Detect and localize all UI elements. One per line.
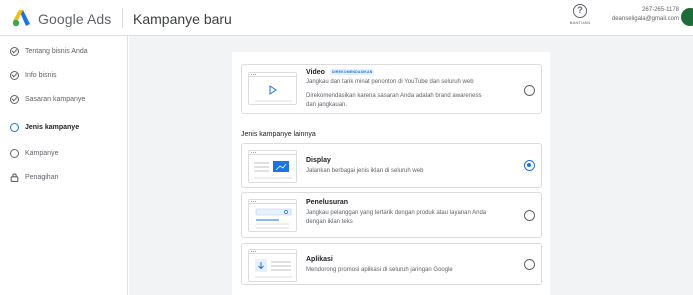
step-label: Tentang bisnis Anda — [25, 47, 88, 55]
display-thumbnail — [248, 150, 297, 183]
step-jenis-kampanye[interactable]: Jenis kampanye — [10, 120, 79, 134]
recommended-badge: DIREKOMENDASIKAN — [329, 69, 375, 76]
option-description: Jalankan berbagai jenis iklan di seluruh… — [306, 168, 424, 174]
step-info-bisnis[interactable]: Info bisnis — [10, 68, 57, 82]
option-title-text: Video — [306, 69, 325, 76]
main-content: Video DIREKOMENDASIKAN Jangkau dan tarik … — [129, 36, 693, 295]
avatar[interactable] — [681, 8, 693, 26]
download-icon — [255, 259, 292, 278]
option-description: Jangkau pelanggan yang tertarik dengan p… — [306, 210, 487, 216]
step-label: Kampanye — [25, 149, 59, 157]
section-label: Jenis kampanye lainnya — [241, 131, 316, 138]
campaign-option-search[interactable]: Penelusuran Jangkau pelanggan yang terta… — [241, 192, 542, 238]
step-tentang-bisnis[interactable]: Tentang bisnis Anda — [10, 44, 88, 58]
account-email: deanseligala@gmail.com — [611, 16, 679, 22]
help-button[interactable]: ? BANTUAN — [566, 4, 594, 25]
check-circle-icon — [10, 70, 19, 80]
check-circle-icon — [10, 94, 19, 104]
setup-steps-sidebar: Tentang bisnis Anda Info bisnis Sasaran … — [0, 36, 128, 295]
campaign-option-video[interactable]: Video DIREKOMENDASIKAN Jangkau dan tarik … — [241, 64, 542, 114]
app-thumbnail — [248, 249, 297, 282]
step-label: Penagihan — [25, 173, 59, 181]
page-title: Kampanye baru — [133, 11, 232, 27]
google-ads-logo-icon[interactable] — [12, 9, 32, 27]
help-label: BANTUAN — [569, 20, 591, 25]
campaign-type-panel: Video DIREKOMENDASIKAN Jangkau dan tarik … — [232, 52, 550, 295]
option-description: Mendorong promosi aplikasi di seluruh ja… — [306, 267, 453, 273]
step-penagihan[interactable]: Penagihan — [10, 170, 58, 184]
option-description-cont: dengan iklan teks — [306, 219, 353, 225]
step-label: Info bisnis — [25, 71, 57, 79]
account-info[interactable]: 267-265-1178 deanseligala@gmail.com — [612, 6, 679, 24]
header-divider — [122, 8, 123, 28]
radio-display[interactable] — [524, 160, 535, 171]
check-circle-icon — [10, 46, 19, 56]
option-title: Penelusuran — [306, 199, 349, 206]
video-thumbnail — [248, 72, 297, 105]
product-name: Google Ads — [38, 11, 111, 27]
step-sasaran-kampanye[interactable]: Sasaran kampanye — [10, 92, 85, 106]
play-icon — [255, 85, 292, 102]
recommendation-reason-cont: dan jangkauan. — [306, 102, 348, 108]
option-title: Aplikasi — [306, 256, 333, 263]
display-ad-icon — [254, 161, 292, 179]
radio-video[interactable] — [524, 85, 535, 96]
account-phone: 267-265-1178 — [642, 7, 679, 13]
step-label: Jenis kampanye — [25, 123, 80, 131]
help-icon: ? — [573, 4, 587, 18]
top-app-bar: Google Ads Kampanye baru ? BANTUAN 267-2… — [0, 0, 693, 36]
option-title: Video DIREKOMENDASIKAN — [306, 69, 375, 76]
brand-ads: Ads — [86, 11, 112, 27]
search-thumbnail — [248, 199, 297, 232]
empty-circle-icon — [10, 148, 19, 158]
current-step-circle-icon — [10, 122, 19, 132]
campaign-option-app[interactable]: Aplikasi Mendorong promosi aplikasi di s… — [241, 243, 542, 285]
radio-search[interactable] — [524, 210, 535, 221]
option-description: Jangkau dan tarik minat penonton di YouT… — [306, 79, 474, 85]
recommendation-reason: Direkomendasikan karena sasaran Anda ada… — [306, 93, 482, 99]
step-kampanye[interactable]: Kampanye — [10, 146, 58, 160]
radio-app[interactable] — [524, 259, 535, 270]
brand-google: Google — [38, 11, 84, 27]
lock-icon — [10, 172, 19, 182]
option-title: Display — [306, 157, 331, 164]
step-label: Sasaran kampanye — [25, 95, 86, 103]
campaign-option-display[interactable]: Display Jalankan berbagai jenis iklan di… — [241, 143, 542, 188]
search-icon — [255, 208, 292, 229]
